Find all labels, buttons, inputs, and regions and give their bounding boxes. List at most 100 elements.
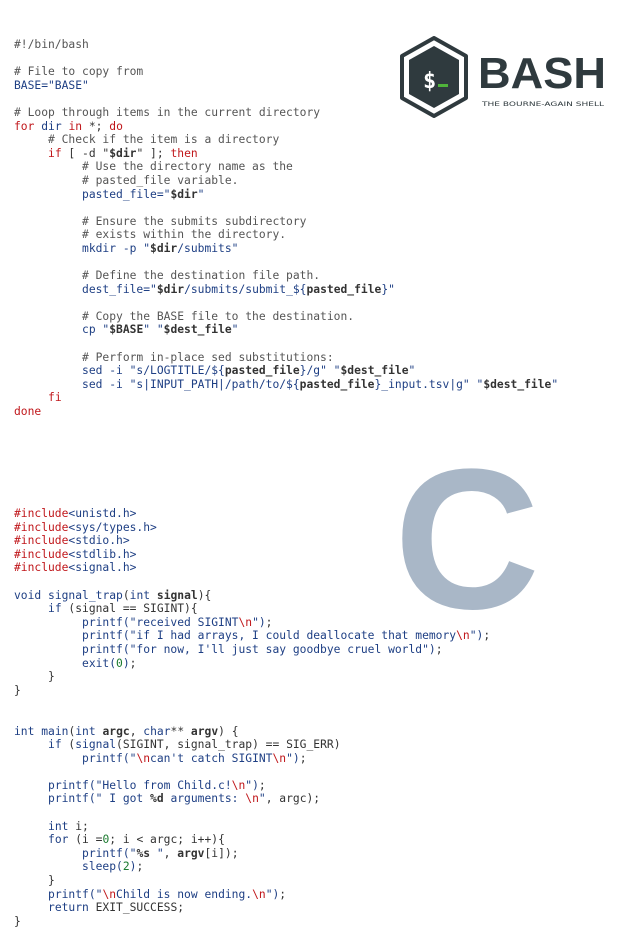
code-token: # Check if the item is a directory xyxy=(48,133,280,147)
bash-line: #!/bin/bash xyxy=(14,38,558,52)
code-token: sed -i "s/LOGTITLE/${ xyxy=(82,364,225,378)
code-token: }" xyxy=(381,282,395,296)
c-line: printf("received SIGINT\n"); xyxy=(14,616,490,630)
code-token: %d xyxy=(150,792,164,806)
code-token: # exists within the directory. xyxy=(82,228,287,242)
code-token: # Ensure the submits subdirectory xyxy=(82,214,307,228)
code-token: 2 xyxy=(122,860,130,874)
c-line: #include<sys/types.h> xyxy=(14,521,490,535)
c-line xyxy=(14,575,490,589)
code-token: /submits" xyxy=(177,241,239,255)
c-line: int main(int argc, char** argv) { xyxy=(14,725,490,739)
code-token: ; xyxy=(129,656,137,670)
code-token: printf(" xyxy=(48,887,103,901)
code-token: , xyxy=(163,846,178,860)
c-line: printf("\nChild is now ending.\n"); xyxy=(14,888,490,902)
c-line: if (signal(SIGINT, signal_trap) == SIG_E… xyxy=(14,738,490,752)
code-token: # Copy the BASE file to the destination. xyxy=(82,309,355,323)
c-line: #include<signal.h> xyxy=(14,561,490,575)
code-token: argv xyxy=(177,846,205,860)
code-token: ; xyxy=(279,887,287,901)
code-token: BASE="BASE" xyxy=(14,78,89,92)
bash-line xyxy=(14,256,558,270)
code-token: dest_file=" xyxy=(82,282,157,296)
bash-line: # Check if the item is a directory xyxy=(14,133,558,147)
c-line: #include<unistd.h> xyxy=(14,507,490,521)
code-token: " ]; xyxy=(136,146,171,160)
code-token: \n xyxy=(102,887,117,901)
code-token: pasted_file xyxy=(299,377,375,391)
code-token: #include xyxy=(14,534,69,548)
code-token: ( xyxy=(122,588,130,602)
c-line: } xyxy=(14,684,490,698)
code-token: } xyxy=(14,914,21,928)
code-token: # Use the directory name as the xyxy=(82,160,293,174)
code-token: # File to copy from xyxy=(14,65,144,79)
c-line: int i; xyxy=(14,820,490,834)
code-token: pasted_file xyxy=(306,282,382,296)
code-token: <sys/types.h> xyxy=(68,520,157,534)
code-token: <stdlib.h> xyxy=(68,547,137,561)
code-token: $dir xyxy=(156,282,185,296)
code-token: sleep( xyxy=(82,860,123,874)
code-token: printf("if I had arrays, I could dealloc… xyxy=(82,629,457,643)
c-line: printf("\ncan't catch SIGINT\n"); xyxy=(14,752,490,766)
code-token: if xyxy=(48,738,62,752)
bash-line: if [ -d "$dir" ]; then xyxy=(14,147,558,161)
code-token: printf("received SIGINT xyxy=(82,615,239,629)
c-line xyxy=(14,765,490,779)
code-token: # pasted_file variable. xyxy=(82,173,239,187)
code-token: " xyxy=(408,364,416,378)
code-token: \n xyxy=(456,629,470,643)
code-token: # Loop through items in the current dire… xyxy=(14,105,321,119)
code-token: (signal == SIGINT){ xyxy=(61,602,198,616)
code-token: # Perform in-place sed substitutions: xyxy=(82,350,334,364)
code-token: ; xyxy=(258,778,266,792)
code-token: #include xyxy=(14,520,69,534)
c-line xyxy=(14,806,490,820)
code-token: /submits/submit_${ xyxy=(184,282,307,296)
c-line: } xyxy=(14,874,490,888)
c-line: } xyxy=(14,670,490,684)
bash-line: # Perform in-place sed substitutions: xyxy=(14,351,558,365)
code-token: \n xyxy=(238,615,253,629)
bash-line: # Loop through items in the current dire… xyxy=(14,106,558,120)
code-token: \n xyxy=(245,792,259,806)
code-token: int xyxy=(75,724,96,738)
code-token: $dest_file xyxy=(483,377,552,391)
c-line: sleep(2); xyxy=(14,860,490,874)
c-line: if (signal == SIGINT){ xyxy=(14,602,490,616)
code-token: ") xyxy=(469,629,484,643)
code-token: printf(" xyxy=(82,846,137,860)
code-token: #!/bin/bash xyxy=(14,38,89,51)
bash-line: # exists within the directory. xyxy=(14,228,558,242)
code-token: 0 xyxy=(116,656,123,670)
code-token: <stdio.h> xyxy=(68,534,130,548)
code-token: (i = xyxy=(68,833,103,847)
code-token: #include xyxy=(14,547,69,561)
code-token: cp " xyxy=(82,323,110,337)
code-token: ; xyxy=(435,642,443,656)
bash-line: mkdir -p "$dir/submits" xyxy=(14,242,558,256)
code-token: for xyxy=(48,833,69,847)
code-token: $dir xyxy=(170,187,198,201)
code-token: argc xyxy=(102,724,130,738)
bash-line: dest_file="$dir/submits/submit_${pasted_… xyxy=(14,283,558,297)
code-token: <signal.h> xyxy=(68,561,137,575)
code-token: pasted_file=" xyxy=(82,187,171,201)
code-token: ** xyxy=(170,724,191,738)
bash-line: fi xyxy=(14,391,558,405)
bash-line: # Ensure the submits subdirectory xyxy=(14,215,558,229)
code-token: for xyxy=(14,119,35,133)
